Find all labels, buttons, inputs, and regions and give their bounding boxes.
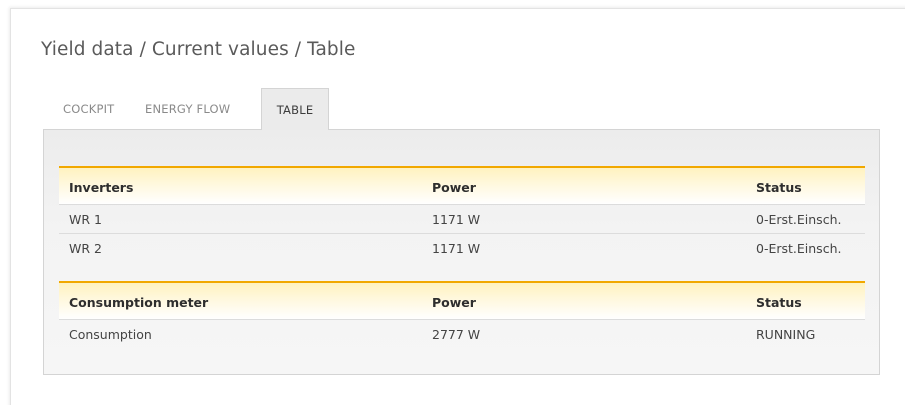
- inverter-power: 1171 W: [432, 211, 481, 227]
- header-status: Status: [756, 180, 802, 195]
- table-row: Consumption 2777 W RUNNING: [59, 320, 865, 349]
- page: Yield data / Current values / Table COCK…: [0, 0, 905, 405]
- tab-table[interactable]: TABLE: [261, 88, 329, 130]
- meter-name: Consumption: [69, 327, 152, 342]
- tab-energy-flow[interactable]: ENERGY FLOW: [145, 88, 261, 129]
- header-inverters: Inverters: [69, 180, 134, 195]
- page-title: Yield data / Current values / Table: [41, 39, 356, 60]
- meter-status: RUNNING: [756, 327, 816, 342]
- inverter-power: 1171 W: [432, 241, 481, 256]
- inverter-status: 0-Erst.Einsch.: [756, 241, 842, 256]
- table-header-row: Consumption meter Power Status: [59, 281, 865, 320]
- tab-cockpit[interactable]: COCKPIT: [63, 88, 145, 129]
- inverter-name: WR 2: [69, 241, 102, 256]
- header-power: Power: [432, 295, 476, 310]
- inverter-status: 0-Erst.Einsch.: [756, 211, 842, 227]
- meter-power: 2777 W: [432, 327, 481, 342]
- tab-bar: COCKPIT ENERGY FLOW TABLE: [63, 88, 329, 130]
- table-header-row: Inverters Power Status: [59, 166, 865, 205]
- consumption-table: Consumption meter Power Status Consumpti…: [59, 281, 865, 349]
- table-row: WR 1 1171 W 0-Erst.Einsch.: [59, 205, 865, 234]
- inverter-name: WR 1: [69, 211, 102, 227]
- table-row: WR 2 1171 W 0-Erst.Einsch.: [59, 234, 865, 263]
- header-power: Power: [432, 180, 476, 195]
- header-status: Status: [756, 295, 802, 310]
- table-panel: Inverters Power Status WR 1 1171 W 0-Ers…: [43, 129, 880, 375]
- header-consumption-meter: Consumption meter: [69, 295, 209, 310]
- inverters-table: Inverters Power Status WR 1 1171 W 0-Ers…: [59, 166, 865, 263]
